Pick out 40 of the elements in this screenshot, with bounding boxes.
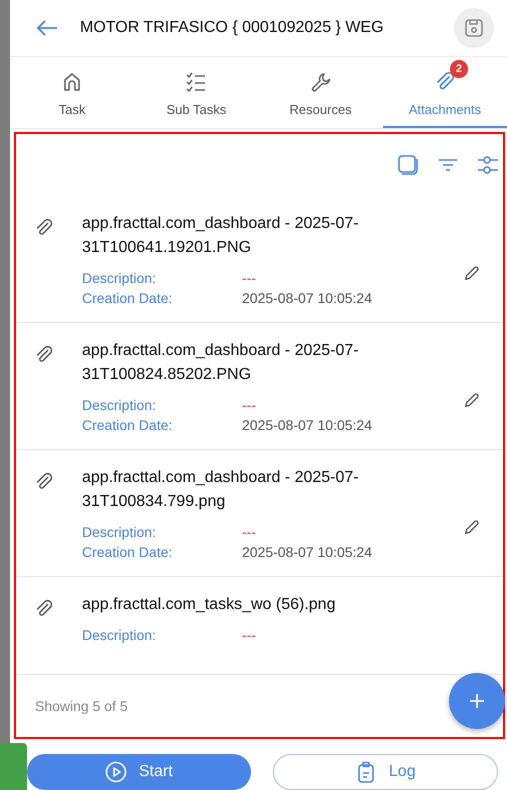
- file-name: app.fracttal.com_dashboard - 2025-07-31T100834.799.png: [82, 468, 360, 512]
- tab[interactable]: Resources: [258, 57, 383, 128]
- field-value: 2025-08-07 10:05:24: [242, 416, 372, 435]
- play-icon: [104, 761, 127, 783]
- field-label: Creation Date:: [82, 289, 174, 308]
- save-icon: [464, 18, 484, 38]
- plus-icon: [469, 693, 485, 709]
- checklist-icon: [185, 70, 208, 92]
- wrench-icon: [310, 70, 332, 92]
- pencil-icon[interactable]: [463, 391, 481, 409]
- settings-icon[interactable]: [477, 154, 499, 176]
- back-arrow-icon[interactable]: [36, 20, 58, 36]
- save-button[interactable]: [454, 8, 494, 48]
- field-value: 2025-08-07 10:05:24: [242, 289, 372, 308]
- window-title: MOTOR TRIFASICO { 0001092025 } WEG: [80, 19, 385, 37]
- field-value: ---: [242, 269, 256, 288]
- field-value: ---: [242, 626, 256, 645]
- copy-icon[interactable]: [397, 154, 419, 176]
- pencil-icon[interactable]: [463, 264, 481, 282]
- tab[interactable]: Task: [10, 57, 134, 128]
- file-name: app.fracttal.com_dashboard - 2025-07-31T100641.19201.PNG: [82, 214, 360, 258]
- result-count: Showing 5 of 5: [35, 698, 128, 714]
- count-badge: 2: [450, 60, 468, 78]
- field-label: Description:: [82, 269, 157, 288]
- field-value: ---: [242, 396, 256, 415]
- log-button[interactable]: Log: [272, 754, 498, 790]
- field-label: Creation Date:: [82, 416, 174, 435]
- field-value: 2025-08-07 10:05:24: [242, 543, 372, 562]
- tab[interactable]: 2 Attachments: [382, 57, 507, 128]
- file-name: app.fracttal.com_tasks_wo (56).png: [82, 595, 336, 615]
- field-label: Description:: [82, 626, 157, 645]
- pencil-icon[interactable]: [463, 518, 481, 536]
- add-button[interactable]: [449, 673, 505, 729]
- field-label: Description:: [82, 523, 157, 542]
- file-name: app.fracttal.com_dashboard - 2025-07-31T100824.85202.PNG: [82, 341, 360, 385]
- field-label: Description:: [82, 396, 157, 415]
- start-button[interactable]: Start: [27, 754, 250, 790]
- tab[interactable]: Sub Tasks: [134, 57, 258, 128]
- field-label: Creation Date:: [82, 543, 174, 562]
- field-value: ---: [242, 523, 256, 542]
